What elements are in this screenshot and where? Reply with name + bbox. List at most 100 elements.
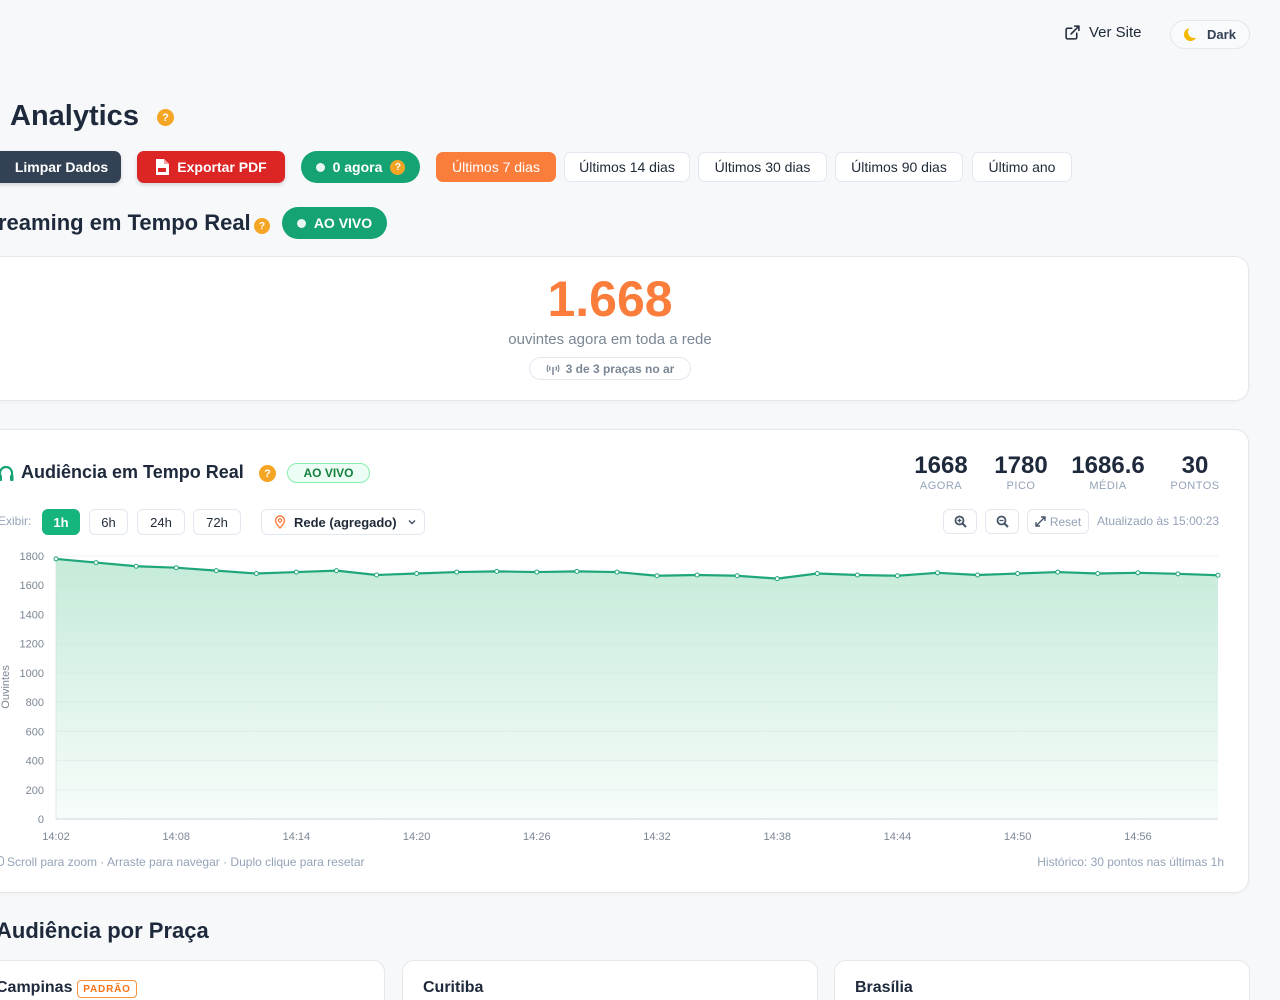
range-button[interactable]: Últimos 30 dias xyxy=(698,152,827,182)
view-site-link[interactable]: Ver Site xyxy=(1064,24,1142,41)
theme-toggle-label: Dark xyxy=(1207,27,1236,42)
stat-label: PONTOS xyxy=(1170,480,1220,492)
x-tick-label: 14:08 xyxy=(162,831,190,843)
clear-data-button[interactable]: Limpar Dados xyxy=(0,151,121,183)
theme-toggle-button[interactable]: Dark xyxy=(1170,20,1250,49)
data-point xyxy=(173,565,179,571)
live-status-pill: AO VIVO xyxy=(282,207,387,239)
data-point xyxy=(414,571,420,577)
data-point xyxy=(494,568,500,574)
moon-icon xyxy=(1184,26,1201,41)
data-point xyxy=(213,568,219,574)
range-button[interactable]: Último ano xyxy=(972,152,1072,182)
data-point xyxy=(935,570,941,576)
time-window-button[interactable]: 72h xyxy=(193,509,241,535)
help-icon[interactable]: ? xyxy=(390,159,406,175)
data-point xyxy=(1095,571,1101,577)
data-point xyxy=(133,563,139,569)
live-status-label: AO VIVO xyxy=(313,215,373,231)
stat-value: 1780 xyxy=(994,452,1048,479)
help-icon[interactable]: ? xyxy=(254,218,270,234)
help-icon[interactable]: ? xyxy=(259,465,276,482)
data-point xyxy=(253,571,259,577)
data-point xyxy=(654,573,660,579)
data-point xyxy=(1175,571,1181,577)
reset-zoom-button[interactable]: Reset xyxy=(1027,509,1089,534)
praca-name: Campinas xyxy=(0,979,73,996)
data-point xyxy=(1055,569,1061,575)
clear-data-label: Limpar Dados xyxy=(14,159,109,175)
export-pdf-button[interactable]: Exportar PDF xyxy=(137,151,285,183)
x-tick-label: 14:50 xyxy=(1004,831,1032,843)
external-link-icon xyxy=(1065,25,1080,40)
y-tick-label: 400 xyxy=(26,756,44,768)
zoom-in-button[interactable] xyxy=(943,509,977,534)
zoom-out-button[interactable] xyxy=(985,509,1019,534)
y-tick-label: 200 xyxy=(26,785,44,797)
pracas-on-air-label: 3 de 3 praças no ar xyxy=(565,361,675,376)
data-point xyxy=(333,568,339,574)
data-point xyxy=(854,572,860,578)
data-point xyxy=(1135,570,1141,576)
listeners-now-value: 1.668 xyxy=(547,271,673,327)
network-select[interactable]: Rede (agregado) xyxy=(261,509,425,535)
data-point xyxy=(694,572,700,578)
data-point xyxy=(1015,571,1021,577)
stat-label: PICO xyxy=(1006,480,1036,492)
pracas-section-title: Audiência por Praça xyxy=(0,918,209,943)
live-now-label: 0 agora xyxy=(332,159,383,175)
x-tick-label: 14:38 xyxy=(763,831,791,843)
audience-area-chart[interactable]: 0 200 400 600 800 1000 1200 1400 1600 1800 Ouvinte… xyxy=(0,545,1240,845)
data-point xyxy=(774,576,780,582)
y-tick-label: 0 xyxy=(38,814,44,826)
data-point xyxy=(574,568,580,574)
x-tick-label: 14:02 xyxy=(42,831,70,843)
area-fill xyxy=(56,558,1218,819)
chart-hint: Scroll para zoom · Arraste para navegar … xyxy=(7,855,365,869)
data-point xyxy=(93,560,99,566)
data-point xyxy=(374,572,380,578)
range-button[interactable]: Últimos 14 dias xyxy=(564,152,690,182)
x-tick-label: 14:56 xyxy=(1124,831,1152,843)
chevron-down-icon xyxy=(408,519,416,525)
view-site-label: Ver Site xyxy=(1089,24,1142,41)
pracas-on-air-pill: 3 de 3 praças no ar xyxy=(529,357,691,380)
data-point xyxy=(614,569,620,575)
pdf-file-icon xyxy=(156,159,170,175)
y-tick-label: 1000 xyxy=(20,668,44,680)
streaming-section-title: reaming em Tempo Real xyxy=(0,210,251,235)
y-tick-label: 600 xyxy=(26,726,44,738)
data-point xyxy=(534,569,540,575)
live-now-button[interactable]: 0 agora ? xyxy=(301,151,420,183)
live-badge: AO VIVO xyxy=(287,463,370,483)
map-pin-icon xyxy=(274,515,286,529)
time-window-button[interactable]: 6h xyxy=(89,509,128,535)
praca-name: Brasília xyxy=(855,979,913,996)
listeners-now-caption: ouvintes agora em toda a rede xyxy=(508,331,712,348)
default-badge: PADRÃO xyxy=(77,980,137,998)
data-point xyxy=(894,573,900,579)
export-pdf-label: Exportar PDF xyxy=(177,159,267,175)
antenna-icon xyxy=(546,364,560,375)
data-point xyxy=(53,556,59,562)
y-tick-label: 1600 xyxy=(20,580,44,592)
x-tick-label: 14:32 xyxy=(643,831,671,843)
y-tick-label: 1200 xyxy=(20,639,44,651)
updated-at-label: Atualizado às 15:00:23 xyxy=(1097,514,1220,528)
show-label: Exibir: xyxy=(0,514,32,528)
data-point xyxy=(814,571,820,577)
range-button[interactable]: Últimos 90 dias xyxy=(835,152,963,182)
help-icon[interactable]: ? xyxy=(157,109,174,126)
time-window-button[interactable]: 24h xyxy=(137,509,185,535)
x-tick-label: 14:44 xyxy=(884,831,912,843)
zoom-out-icon xyxy=(996,515,1009,528)
stat-value: 1686.6 xyxy=(1071,452,1145,479)
data-point xyxy=(975,572,981,578)
time-window-button[interactable]: 1h xyxy=(42,509,80,535)
network-select-value: Rede (agregado) xyxy=(294,514,397,530)
x-tick-label: 14:14 xyxy=(283,831,311,843)
reset-label: Reset xyxy=(1049,514,1082,529)
audience-chart-title: Audiência em Tempo Real xyxy=(21,462,244,482)
y-tick-label: 800 xyxy=(26,697,44,709)
range-button[interactable]: Últimos 7 dias xyxy=(436,152,556,182)
